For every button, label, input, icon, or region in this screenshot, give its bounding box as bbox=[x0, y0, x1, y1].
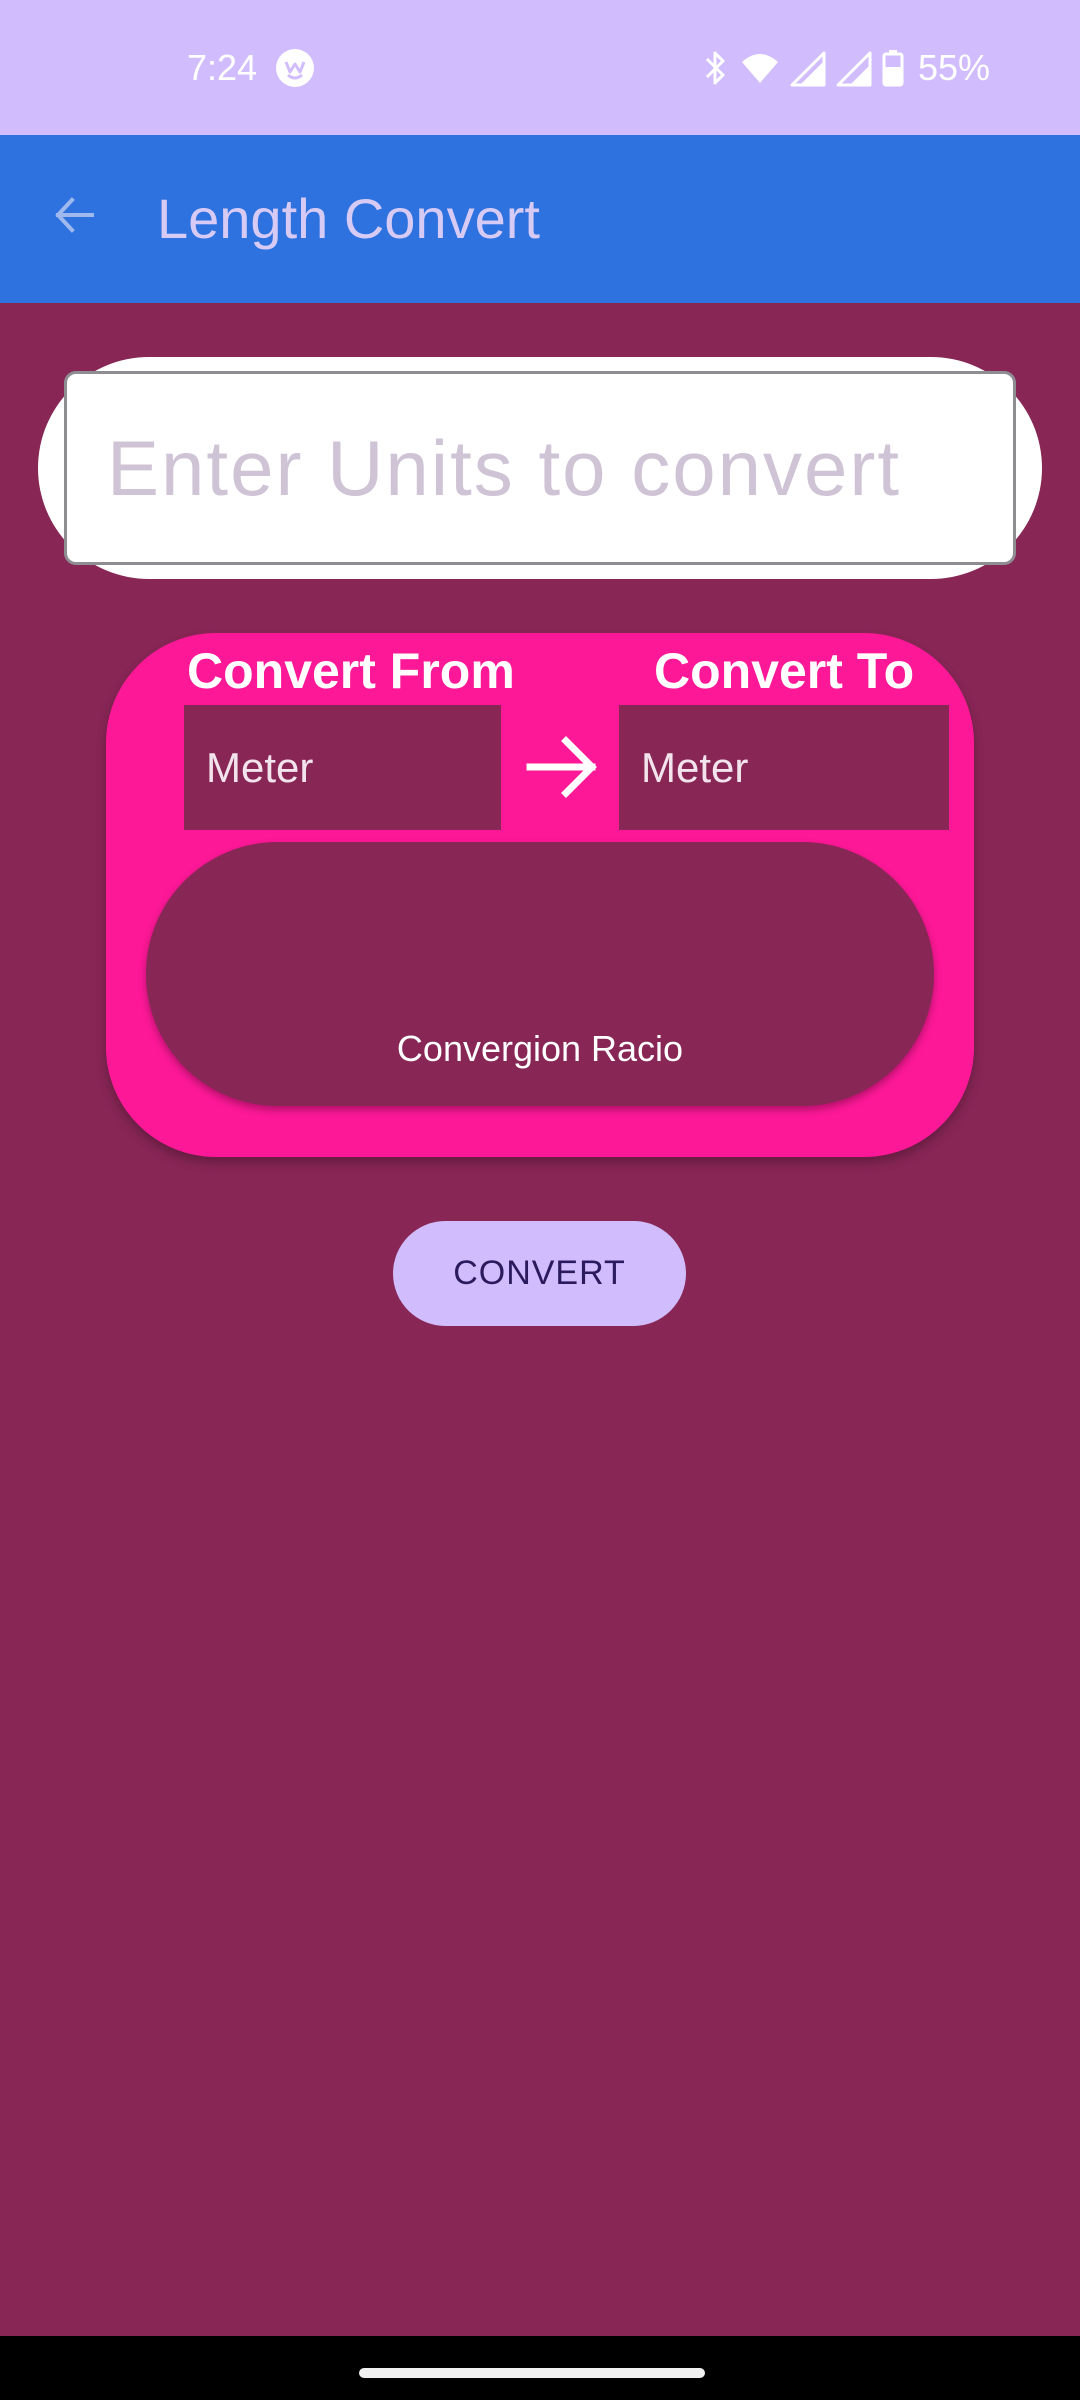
arrow-right-icon bbox=[526, 736, 597, 798]
to-unit-value: Meter bbox=[641, 743, 749, 791]
app-notification-icon bbox=[276, 49, 314, 87]
to-unit-spinner[interactable]: Meter bbox=[619, 705, 949, 830]
status-icons: 55% bbox=[702, 44, 990, 92]
conversion-ratio-panel: Convergion Racio bbox=[146, 842, 934, 1106]
home-gesture-handle[interactable] bbox=[359, 2368, 705, 2378]
wifi-icon bbox=[741, 54, 778, 83]
battery-icon bbox=[882, 50, 904, 87]
page-title: Length Convert bbox=[157, 187, 540, 250]
arrow-left-icon bbox=[55, 197, 94, 233]
navigation-bar bbox=[0, 2336, 1080, 2400]
convert-from-label: Convert From bbox=[187, 643, 515, 699]
convert-button[interactable]: CONVERT bbox=[393, 1221, 686, 1326]
status-time: 7:24 bbox=[187, 47, 258, 88]
from-unit-value: Meter bbox=[206, 743, 314, 791]
signal-icon-secondary bbox=[836, 51, 872, 87]
battery-percent: 55% bbox=[917, 47, 990, 88]
conversion-ratio-label: Convergion Racio bbox=[396, 1028, 684, 1069]
units-input-container bbox=[38, 357, 1042, 579]
units-input[interactable] bbox=[64, 371, 1016, 565]
conversion-card: Convert From Convert To Meter Meter Conv… bbox=[106, 633, 974, 1157]
from-unit-spinner[interactable]: Meter bbox=[184, 705, 501, 830]
back-button[interactable] bbox=[34, 175, 114, 255]
bluetooth-icon bbox=[705, 51, 725, 85]
signal-icon bbox=[790, 51, 826, 87]
status-bar: 7:24 55% bbox=[0, 0, 1080, 135]
app-bar: Length Convert bbox=[0, 135, 1080, 303]
convert-to-label: Convert To bbox=[654, 643, 915, 699]
